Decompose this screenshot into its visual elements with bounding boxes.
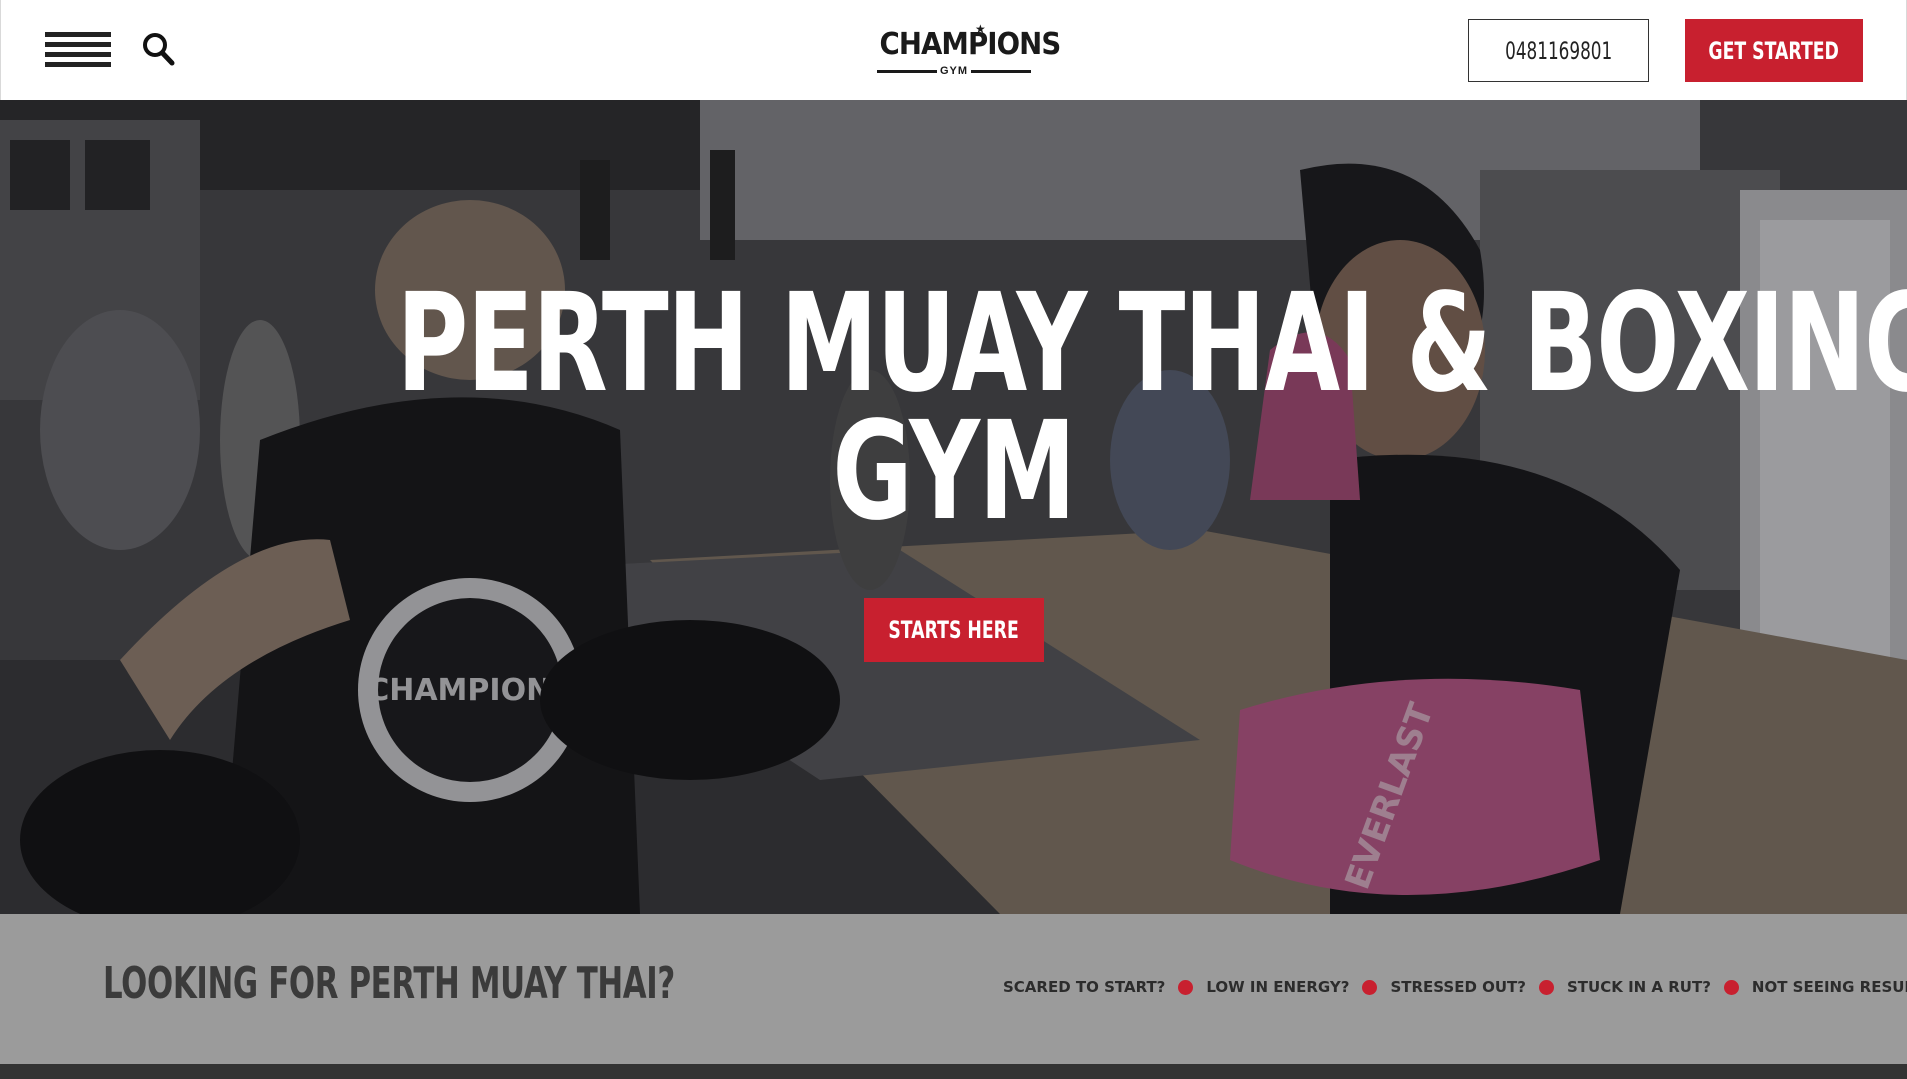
site-header: ★ CHAMPIONS GYM 0481169801 GET STARTED	[0, 0, 1907, 100]
pain-point-label: LOW IN ENERGY?	[1206, 978, 1350, 996]
hamburger-menu-icon[interactable]	[45, 32, 111, 68]
pain-point-item: STUCK IN A RUT?	[1567, 978, 1711, 996]
red-dot-icon	[1723, 979, 1739, 995]
get-started-button[interactable]: GET STARTED	[1685, 19, 1863, 82]
pain-point-item: LOW IN ENERGY?	[1206, 978, 1349, 996]
band-title: LOOKING FOR PERTH MUAY THAI?	[103, 958, 675, 1009]
pain-points-list: SCARED TO START? LOW IN ENERGY? STRESSED…	[1003, 978, 1907, 996]
starts-here-button[interactable]: STARTS HERE	[864, 598, 1044, 662]
get-started-label: GET STARTED	[1708, 36, 1840, 65]
phone-button[interactable]: 0481169801	[1468, 19, 1649, 82]
intro-band: LOOKING FOR PERTH MUAY THAI? SCARED TO S…	[0, 914, 1907, 1064]
site-logo[interactable]: ★ CHAMPIONS GYM	[873, 22, 1061, 78]
logo-subtext: GYM	[937, 64, 971, 78]
red-dot-icon	[1178, 979, 1194, 995]
pain-point-item: SCARED TO START?	[1003, 978, 1165, 996]
pain-point-item: NOT SEEING RESULTS?	[1752, 978, 1907, 996]
hero-title-line-1: PERTH MUAY THAI & BOXING	[396, 265, 1907, 423]
hero-title-line-2: GYM	[832, 393, 1076, 551]
pain-point-label: SCARED TO START?	[1003, 978, 1166, 996]
hero-section: CHAMPIONS EVERLAST PERTH MUAY THAI & BOX…	[0, 100, 1907, 914]
hero-title: PERTH MUAY THAI & BOXING GYM	[180, 265, 1907, 551]
pain-point-item: STRESSED OUT?	[1390, 978, 1526, 996]
pain-point-label: NOT SEEING RESULTS?	[1751, 978, 1907, 996]
logo-text: CHAMPIONS	[879, 27, 1061, 62]
red-dot-icon	[1539, 979, 1554, 995]
phone-number: 0481169801	[1504, 36, 1613, 65]
pain-point-label: STUCK IN A RUT?	[1567, 978, 1711, 996]
starts-here-label: STARTS HERE	[888, 616, 1020, 644]
search-icon[interactable]	[142, 32, 176, 68]
pain-point-label: STRESSED OUT?	[1390, 978, 1526, 996]
red-dot-icon	[1362, 979, 1378, 995]
next-section-edge	[0, 1064, 1907, 1079]
